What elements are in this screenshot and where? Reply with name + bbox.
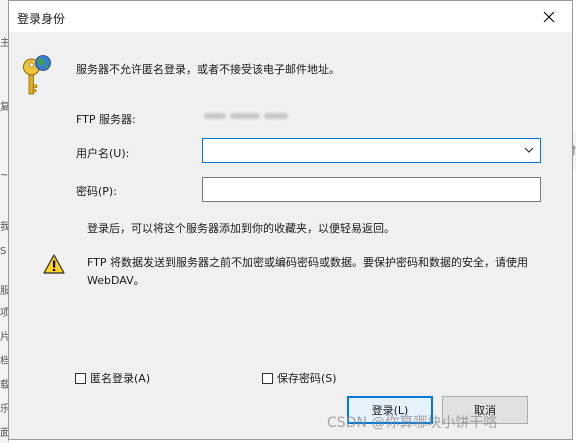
password-label: 密码(P): [76, 185, 117, 198]
dialog-title: 登录身份 [17, 12, 66, 26]
background-text: 复 [0, 102, 8, 113]
save-password-option[interactable]: 保存密码(S) [262, 370, 337, 386]
login-dialog: 登录身份 服务器不允许匿名登录，或者不接受该电子邮件地址。 FTP 服务器: 用… [8, 0, 573, 440]
server-address-redacted [202, 110, 302, 122]
background-text: S [0, 246, 7, 257]
save-password-checkbox[interactable] [262, 372, 273, 384]
server-label: FTP 服务器: [76, 113, 136, 126]
background-text: 项 [0, 308, 8, 319]
password-field[interactable] [202, 177, 541, 202]
close-icon [543, 11, 555, 22]
background-text: 乐 [0, 404, 8, 415]
background-text: ~ [0, 170, 8, 181]
hint-text: 登录后，可以将这个服务器添加到你的收藏夹，以便轻易返回。 [87, 222, 395, 235]
username-input[interactable] [207, 140, 507, 161]
title-bar[interactable]: 登录身份 [9, 1, 572, 32]
background-text: 载 [0, 380, 8, 391]
dropdown-arrow-icon[interactable] [524, 146, 534, 154]
warning-text: FTP 将数据发送到服务器之前不加密或编码密码或数据。要保护密码和数据的安全，请… [87, 256, 528, 287]
password-input[interactable] [207, 179, 507, 200]
background-text: 片 [0, 332, 8, 343]
intro-text: 服务器不允许匿名登录，或者不接受该电子邮件地址。 [76, 63, 340, 76]
save-password-label[interactable]: 保存密码(S) [277, 370, 337, 386]
anonymous-login-checkbox[interactable] [75, 372, 86, 384]
username-combobox[interactable] [202, 138, 541, 163]
key-icon [23, 55, 51, 95]
background-text: 主 [0, 38, 8, 49]
warning-icon [43, 254, 65, 274]
background-text: 面 [0, 428, 8, 439]
background-text: 档 [0, 356, 8, 367]
watermark: CSDN @你算哪块小饼干咯 [327, 415, 498, 431]
close-button[interactable] [526, 1, 572, 32]
anonymous-login-label[interactable]: 匿名登录(A) [90, 370, 150, 386]
background-text: 服 [0, 286, 8, 297]
username-label: 用户名(U): [76, 147, 130, 160]
background-text: 我 [0, 222, 8, 233]
anonymous-login-option[interactable]: 匿名登录(A) [75, 370, 150, 386]
